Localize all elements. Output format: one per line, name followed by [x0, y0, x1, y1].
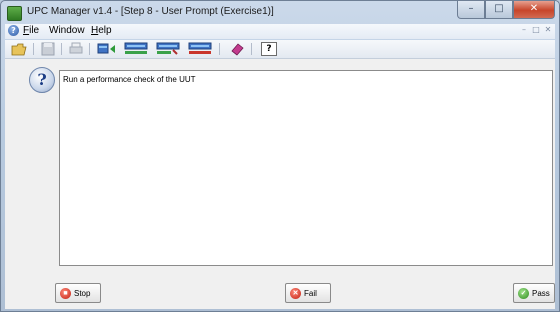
minimize-button[interactable]: –: [457, 1, 485, 19]
prompt-message: Run a performance check of the UUT: [63, 75, 196, 84]
help-context-icon[interactable]: ?: [261, 42, 277, 56]
mdi-restore-button[interactable]: □: [531, 25, 541, 35]
pass-button-label: Pass: [532, 288, 550, 298]
app-icon: [7, 6, 22, 21]
fail-button-label: Fail: [304, 288, 317, 298]
maximize-button[interactable]: □: [485, 1, 513, 19]
toolbar-separator: [251, 43, 252, 55]
print-icon[interactable]: [69, 42, 83, 56]
menu-file[interactable]: File: [23, 25, 39, 36]
fail-button[interactable]: ✕ Fail: [285, 283, 331, 303]
step-list-icon[interactable]: [123, 42, 149, 56]
save-icon[interactable]: [41, 42, 55, 56]
close-button[interactable]: ✕: [513, 1, 555, 19]
eraser-icon[interactable]: [229, 42, 245, 56]
window-controls: – □ ✕: [457, 1, 555, 19]
fail-icon: ✕: [290, 287, 301, 299]
toolbar-separator: [219, 43, 220, 55]
toolbar-separator: [33, 43, 34, 55]
mdi-minimize-button[interactable]: –: [519, 25, 529, 35]
menu-window[interactable]: Window: [49, 25, 85, 36]
pass-icon: ✓: [518, 287, 529, 299]
user-prompt-panel: ? Run a performance check of the UUT ■ S…: [5, 59, 555, 309]
step-run-icon[interactable]: [187, 42, 213, 56]
stop-icon: ■: [60, 287, 71, 299]
system-menu-icon[interactable]: ?: [8, 25, 19, 36]
window-title: UPC Manager v1.4 - [Step 8 - User Prompt…: [27, 6, 274, 17]
mdi-controls: – □ ✕: [519, 25, 553, 35]
question-icon: ?: [29, 67, 55, 93]
menu-help[interactable]: Help: [91, 25, 112, 36]
stop-button-label: Stop: [74, 288, 91, 298]
mdi-close-button[interactable]: ✕: [543, 25, 553, 35]
menu-bar: ? File Window Help – □ ✕: [5, 24, 555, 39]
open-folder-icon[interactable]: [11, 42, 27, 56]
toolbar-separator: [61, 43, 62, 55]
stop-button[interactable]: ■ Stop: [55, 283, 101, 303]
prompt-message-box: Run a performance check of the UUT: [59, 70, 553, 266]
app-window: UPC Manager v1.4 - [Step 8 - User Prompt…: [0, 0, 560, 312]
title-bar[interactable]: UPC Manager v1.4 - [Step 8 - User Prompt…: [1, 1, 559, 23]
step-edit-icon[interactable]: [155, 42, 181, 56]
step-back-icon[interactable]: [97, 42, 119, 56]
toolbar-separator: [89, 43, 90, 55]
pass-button[interactable]: ✓ Pass: [513, 283, 555, 303]
toolbar: ?: [5, 40, 555, 59]
